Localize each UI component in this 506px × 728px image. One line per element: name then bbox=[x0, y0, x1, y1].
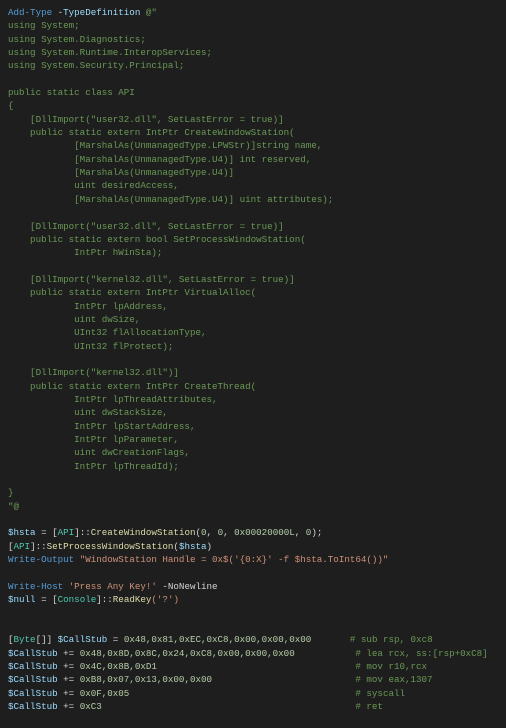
cs-line: uint dwSize, bbox=[8, 314, 140, 325]
cs-line: [MarshalAs(UnmanagedType.LPWStr)]string … bbox=[8, 140, 322, 151]
ps-line: Write-Host 'Press Any Key!' -NoNewline bbox=[8, 581, 218, 592]
cs-line: IntPtr lpThreadAttributes, bbox=[8, 394, 218, 405]
comment: # mov eax,1307 bbox=[355, 674, 432, 685]
cs-line: uint dwStackSize, bbox=[8, 407, 168, 418]
cs-line: IntPtr lpThreadId); bbox=[8, 461, 179, 472]
cs-line: [DllImport("kernel32.dll")] bbox=[8, 367, 179, 378]
ps-line: [API]::SetProcessWindowStation($hsta) bbox=[8, 541, 212, 552]
cs-line: UInt32 flAllocationType, bbox=[8, 327, 206, 338]
cs-line: [DllImport("kernel32.dll", SetLastError … bbox=[8, 274, 295, 285]
cs-line: public static extern bool SetProcessWind… bbox=[8, 234, 306, 245]
cs-line: [MarshalAs(UnmanagedType.U4)] int reserv… bbox=[8, 154, 311, 165]
cs-line: [MarshalAs(UnmanagedType.U4)] bbox=[8, 167, 234, 178]
ps-line: $null = [Console]::ReadKey('?') bbox=[8, 594, 179, 605]
cmdlet: Add-Type bbox=[8, 7, 52, 18]
parameter: TypeDefinition bbox=[63, 7, 140, 18]
ps-line: $CallStub += 0x0F,0x05 # syscall bbox=[8, 688, 405, 699]
comment: # lea rcx, ss:[rsp+0xC8] bbox=[355, 648, 487, 659]
cs-line: IntPtr lpStartAddress, bbox=[8, 421, 195, 432]
ps-line: $CallStub += 0x48,0x8D,0x8C,0x24,0xC8,0x… bbox=[8, 648, 488, 659]
ps-line: $CallStub += 0xC3 # ret bbox=[8, 701, 383, 712]
cs-line: [MarshalAs(UnmanagedType.U4)] uint attri… bbox=[8, 194, 333, 205]
cs-line: uint desiredAccess, bbox=[8, 180, 179, 191]
cs-line: using System.Runtime.InteropServices; bbox=[8, 47, 212, 58]
cs-line: using System; bbox=[8, 20, 80, 31]
cs-line: using System.Security.Principal; bbox=[8, 60, 184, 71]
cs-line: public static extern IntPtr VirtualAlloc… bbox=[8, 287, 256, 298]
comment: # syscall bbox=[355, 688, 405, 699]
comment: # mov r10,rcx bbox=[355, 661, 427, 672]
cs-line: IntPtr hWinSta); bbox=[8, 247, 162, 258]
cs-line: IntPtr lpParameter, bbox=[8, 434, 179, 445]
cs-line: [DllImport("user32.dll", SetLastError = … bbox=[8, 114, 284, 125]
cs-line: [DllImport("user32.dll", SetLastError = … bbox=[8, 221, 284, 232]
cs-line: IntPtr lpAddress, bbox=[8, 301, 168, 312]
ps-line: [Byte[]] $CallStub = 0x48,0x81,0xEC,0xC8… bbox=[8, 634, 433, 645]
ps-line: $CallStub += 0xB8,0x07,0x13,0x00,0x00 # … bbox=[8, 674, 433, 685]
cs-line: uint dwCreationFlags, bbox=[8, 447, 190, 458]
cs-line: UInt32 flProtect); bbox=[8, 341, 173, 352]
ps-line: $hsta = [API]::CreateWindowStation(0, 0,… bbox=[8, 527, 322, 538]
code-block: Add-Type -TypeDefinition @" using System… bbox=[0, 0, 506, 728]
variable: $hsta bbox=[8, 527, 36, 538]
line: Add-Type -TypeDefinition @" bbox=[8, 7, 157, 18]
cs-line: public static extern IntPtr CreateThread… bbox=[8, 381, 256, 392]
ps-line: $CallStub += 0x4C,0x8B,0xD1 # mov r10,rc… bbox=[8, 661, 427, 672]
cs-line: } bbox=[8, 487, 14, 498]
cs-line: using System.Diagnostics; bbox=[8, 34, 146, 45]
cs-line: "@ bbox=[8, 501, 19, 512]
cs-line: public static extern IntPtr CreateWindow… bbox=[8, 127, 295, 138]
comment: # sub rsp, 0xc8 bbox=[350, 634, 433, 645]
comment: # ret bbox=[355, 701, 383, 712]
cs-line: public static class API bbox=[8, 87, 135, 98]
ps-line: Write-Output "WindowStation Handle = 0x$… bbox=[8, 554, 388, 565]
cs-line: { bbox=[8, 100, 14, 111]
